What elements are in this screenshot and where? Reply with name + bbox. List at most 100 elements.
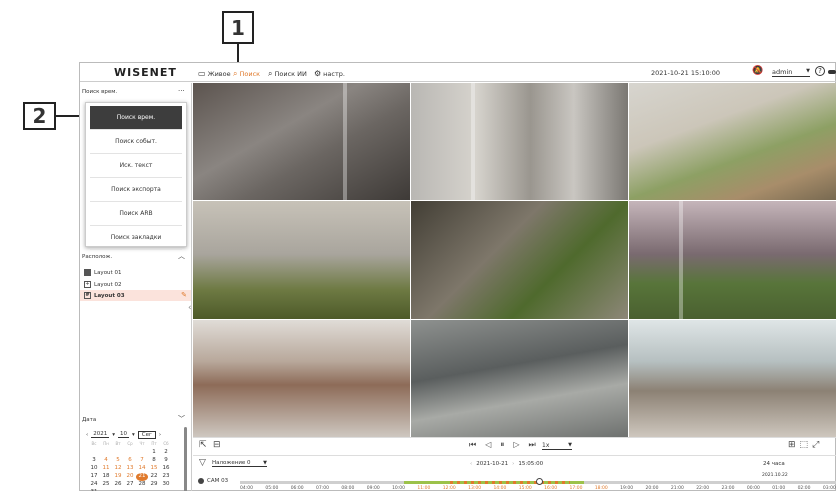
calendar-day[interactable]: 19 (112, 473, 124, 481)
user-select[interactable]: admin ▼ (772, 68, 810, 77)
calendar-day[interactable]: 20 (124, 473, 136, 481)
edit-icon[interactable]: ✎ (181, 291, 187, 299)
notification-off-icon[interactable]: 🔕 (752, 66, 763, 76)
calendar-day[interactable]: 13 (124, 465, 136, 473)
dropdown-arrow-icon: ▾ (112, 431, 115, 438)
calendar-day[interactable]: 26 (112, 481, 124, 489)
calendar-day[interactable]: 25 (100, 481, 112, 489)
layout-view-icon[interactable]: ⊞ (788, 440, 796, 450)
calendar-day[interactable]: 21 (136, 473, 148, 481)
calendar-day[interactable]: 4 (100, 457, 112, 465)
next-month-icon[interactable]: › (159, 432, 161, 438)
calendar-day[interactable]: 9 (160, 457, 172, 465)
prev-month-icon[interactable]: ‹ (86, 432, 88, 438)
chevron-down-icon[interactable]: ﹀ (178, 414, 185, 424)
calendar-day[interactable]: 10 (88, 465, 100, 473)
layout-item[interactable]: + Layout 02 (80, 279, 191, 290)
timeline-playhead[interactable] (536, 478, 543, 485)
help-icon[interactable]: ? (815, 66, 825, 76)
timeline-tick: 14:00 (493, 486, 507, 491)
calendar-day[interactable]: 22 (148, 473, 160, 481)
weekday-label: Пт (151, 441, 157, 446)
sidebar-scrollbar[interactable] (184, 427, 187, 491)
calendar-day[interactable]: 17 (88, 473, 100, 481)
filter-icon[interactable]: ▽ (199, 458, 206, 468)
calendar-day[interactable]: 28 (136, 481, 148, 489)
calendar-day[interactable]: 15 (148, 465, 160, 473)
next-date-icon[interactable]: › (512, 461, 514, 467)
video-tile[interactable] (629, 320, 836, 438)
dropdown-item-bookmark-search[interactable]: Поиск закладки (90, 226, 182, 250)
calendar-day[interactable]: 18 (100, 473, 112, 481)
chevron-up-icon[interactable]: ︿ (178, 251, 185, 261)
layout-single-icon (84, 269, 91, 276)
calendar-day[interactable]: 11 (100, 465, 112, 473)
speed-value: 1x (542, 442, 550, 449)
video-tile[interactable] (193, 320, 410, 438)
dropdown-item-text-search[interactable]: Иск. текст (90, 154, 182, 178)
fullscreen-icon[interactable]: ⤢ (812, 440, 819, 450)
layout-item[interactable]: Layout 01 (80, 267, 191, 278)
calendar-empty (136, 449, 148, 457)
dropdown-item-time-search[interactable]: Поиск врем. (90, 106, 182, 130)
calendar-day[interactable]: 30 (160, 481, 172, 489)
timeline-tick: 04:00 (240, 486, 253, 491)
nav-settings[interactable]: ⚙ настр. (314, 69, 345, 78)
export-icon[interactable]: ⇱ (199, 440, 207, 450)
dropdown-item-arb-search[interactable]: Поиск ARB (90, 202, 182, 226)
calendar-day[interactable]: 12 (112, 465, 124, 473)
calendar-day[interactable]: 27 (124, 481, 136, 489)
month-select[interactable]: 10 (117, 431, 129, 438)
more-icon[interactable]: ··· (178, 87, 185, 95)
calendar-day[interactable]: 8 (148, 457, 160, 465)
calendar-day[interactable]: 3 (88, 457, 100, 465)
step-forward-icon[interactable]: ▷ (513, 440, 519, 450)
today-button[interactable]: Сег (137, 430, 156, 439)
nav-live[interactable]: ▭ Живое (198, 69, 231, 78)
calendar-day[interactable]: 7 (136, 457, 148, 465)
skip-start-icon[interactable]: ⏮ (469, 440, 476, 450)
calendar-day[interactable]: 29 (148, 481, 160, 489)
prev-date-icon[interactable]: ‹ (470, 461, 472, 467)
calendar-day[interactable]: 14 (136, 465, 148, 473)
dropdown-item-event-search[interactable]: Поиск событ. (90, 130, 182, 154)
video-tile[interactable] (411, 320, 628, 438)
timeline-tick: 13:00 (468, 486, 482, 491)
layout-item-selected[interactable]: # Layout 03 ✎ (80, 290, 191, 301)
skip-end-icon[interactable]: ⏭ (529, 440, 536, 450)
year-select[interactable]: 2021 (91, 431, 110, 438)
calendar-day[interactable]: 1 (148, 449, 160, 457)
timeline-ticks: 04:00 05:00 06:00 07:00 08:00 09:00 10:00 11:00… (240, 486, 836, 491)
overlap-select[interactable]: Наложение 0 ▼ (212, 460, 267, 467)
pause-icon[interactable]: ⏸ (500, 440, 504, 450)
dropdown-item-export-search[interactable]: Поиск экспорта (90, 178, 182, 202)
calendar-day[interactable]: 23 (160, 473, 172, 481)
video-tile[interactable] (629, 201, 836, 319)
fit-icon[interactable]: ⊟ (213, 440, 221, 450)
wisenet-logo: WISENET (114, 66, 177, 79)
timeline-tick: 10:00 (392, 486, 406, 491)
timeline-tick: 02:00 (797, 486, 811, 491)
video-tile[interactable] (411, 201, 628, 319)
toggle-icon[interactable] (828, 70, 836, 74)
calendar-day[interactable]: 5 (112, 457, 124, 465)
speed-select[interactable]: 1x ▼ (542, 442, 572, 450)
video-tile[interactable] (193, 83, 410, 200)
step-back-icon[interactable]: ◁ (485, 440, 491, 450)
video-tile[interactable] (193, 201, 410, 319)
calendar-day[interactable]: 2 (160, 449, 172, 457)
search-type-label[interactable]: Поиск врем. (82, 89, 117, 95)
calendar-day[interactable]: 24 (88, 481, 100, 489)
nvr-app-window: WISENET ▭ Живое ⌕ Поиск ⌕ Поиск ИИ ⚙ нас… (79, 62, 836, 491)
aspect-ratio-icon[interactable]: ⬚ (800, 440, 809, 450)
collapse-sidebar-icon[interactable]: ‹ (188, 303, 192, 313)
nav-ai-search[interactable]: ⌕ Поиск ИИ (268, 69, 307, 79)
nav-search[interactable]: ⌕ Поиск (233, 69, 260, 79)
user-name: admin (772, 68, 793, 76)
calendar-day[interactable]: 16 (160, 465, 172, 473)
video-tile[interactable] (411, 83, 628, 200)
video-tile[interactable] (629, 83, 836, 200)
calendar-week: 3456789 (88, 457, 172, 465)
range-select[interactable]: 24 часа (763, 461, 785, 467)
calendar-day[interactable]: 6 (124, 457, 136, 465)
